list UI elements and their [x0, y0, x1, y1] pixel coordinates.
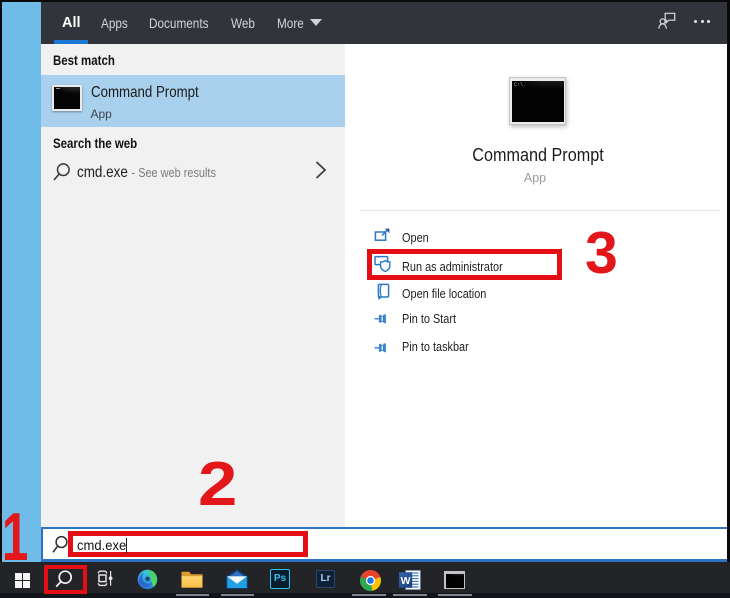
svg-text:W: W — [401, 575, 411, 587]
